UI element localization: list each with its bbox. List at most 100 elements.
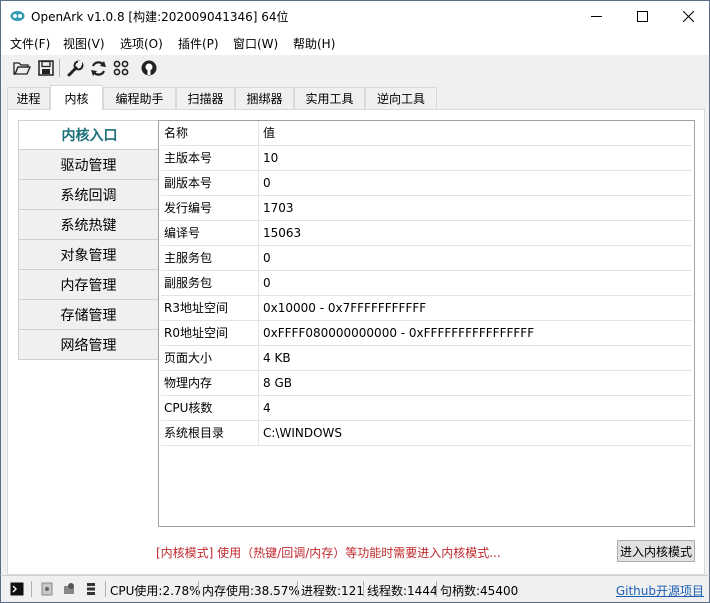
github-button[interactable]: [138, 57, 160, 79]
enter-kernel-mode-button[interactable]: 进入内核模式: [617, 540, 695, 562]
table-row[interactable]: 页面大小 4 KB: [161, 346, 692, 371]
table-row[interactable]: 系统根目录 C:\WINDOWS: [161, 421, 692, 446]
save-icon: [38, 60, 54, 76]
grid-value: 1703: [263, 201, 294, 215]
sidebar-item-driver-manager[interactable]: 驱动管理: [18, 150, 159, 180]
table-row[interactable]: 副版本号 0: [161, 171, 692, 196]
grid-key: 页面大小: [161, 346, 259, 371]
tab-scanner[interactable]: 扫描器: [176, 87, 235, 109]
tab-kernel[interactable]: 内核: [50, 85, 103, 110]
table-row[interactable]: 编译号 15063: [161, 221, 692, 246]
close-icon: [682, 11, 694, 22]
grid-value: 0: [263, 176, 271, 190]
database-icon[interactable]: [84, 582, 98, 596]
toolbar-separator: [59, 59, 60, 77]
save-button[interactable]: [35, 57, 57, 79]
document-icon[interactable]: [40, 582, 54, 596]
github-icon: [141, 60, 157, 76]
sidebar-item-network-manager[interactable]: 网络管理: [18, 330, 159, 360]
sidebar-item-kernel-entry[interactable]: 内核入口: [18, 120, 160, 150]
kernel-tab-panel: 内核入口 驱动管理 系统回调 系统热键 对象管理 内存管理 存储管理 网络管理 …: [7, 109, 705, 575]
grid-icon: [113, 60, 129, 76]
status-separator: [297, 581, 298, 597]
grid-value: 0x10000 - 0x7FFFFFFFFFFF: [263, 301, 427, 315]
sidebar-item-storage-manager[interactable]: 存储管理: [18, 300, 159, 330]
tab-reverse-tools[interactable]: 逆向工具: [365, 87, 437, 109]
tab-process[interactable]: 进程: [7, 87, 50, 109]
sidebar-item-memory-manager[interactable]: 内存管理: [18, 270, 159, 300]
menu-bar: 文件(F) 视图(V) 选项(O) 插件(P) 窗口(W) 帮助(H): [0, 31, 710, 55]
refresh-button[interactable]: [87, 57, 109, 79]
menu-view[interactable]: 视图(V): [63, 35, 105, 52]
console-icon[interactable]: [10, 582, 24, 596]
close-button[interactable]: [665, 1, 710, 32]
maximize-icon: [636, 11, 648, 22]
cpu-usage: CPU使用:2.78%: [110, 584, 201, 598]
table-row[interactable]: 副服务包 0: [161, 271, 692, 296]
grid-header-row: 名称 值: [161, 121, 692, 146]
table-row[interactable]: 主服务包 0: [161, 246, 692, 271]
tab-bundler[interactable]: 捆绑器: [235, 87, 294, 109]
grid-key: 副服务包: [161, 271, 259, 296]
grid-key: R3地址空间: [161, 296, 259, 321]
sidebar-item-system-callback[interactable]: 系统回调: [18, 180, 159, 210]
status-separator: [105, 581, 106, 597]
sidebar-item-system-hotkey[interactable]: 系统热键: [18, 210, 159, 240]
title-bar[interactable]: OpenArk v1.0.8 [构建:202009041346] 64位: [0, 0, 710, 31]
settings-button[interactable]: [64, 57, 86, 79]
status-bar: CPU使用:2.78% 内存使用:38.57% 进程数:121 线程数:1444…: [0, 575, 710, 603]
minimize-button[interactable]: [573, 1, 619, 32]
grid-key: 物理内存: [161, 371, 259, 396]
refresh-icon: [90, 60, 106, 76]
grid-key: R0地址空间: [161, 321, 259, 346]
table-row[interactable]: R0地址空间 0xFFFF080000000000 - 0xFFFFFFFFFF…: [161, 321, 692, 346]
wrench-icon: [67, 60, 83, 76]
grid-key: 副版本号: [161, 171, 259, 196]
status-separator: [31, 581, 32, 597]
table-row[interactable]: 物理内存 8 GB: [161, 371, 692, 396]
grid-header-value: 值: [263, 126, 276, 140]
cpu-icon[interactable]: [62, 582, 76, 596]
grid-value: 10: [263, 151, 279, 165]
github-project-link[interactable]: Github开源项目: [616, 582, 704, 599]
open-folder-icon: [13, 62, 31, 75]
grid-value: C:\WINDOWS: [263, 426, 343, 440]
grid-value: 8 GB: [263, 376, 292, 390]
memory-usage: 内存使用:38.57%: [202, 584, 300, 598]
toolbar: [0, 55, 710, 81]
status-separator: [198, 581, 199, 597]
kernel-info-grid[interactable]: 名称 值 主版本号 10 副版本号 0 发行编号 1703 编译号 15063 …: [158, 120, 695, 527]
grid-header-name: 名称: [161, 121, 259, 146]
tab-utilities[interactable]: 实用工具: [294, 87, 365, 109]
menu-file[interactable]: 文件(F): [10, 35, 50, 52]
grid-value: 4: [263, 401, 271, 415]
grid-key: 发行编号: [161, 196, 259, 221]
table-row[interactable]: R3地址空间 0x10000 - 0x7FFFFFFFFFFF: [161, 296, 692, 321]
menu-help[interactable]: 帮助(H): [293, 35, 335, 52]
grid-key: 编译号: [161, 221, 259, 246]
kernel-mode-hint: [内核模式] 使用（热键/回调/内存）等功能时需要进入内核模式...: [156, 546, 501, 560]
grid-key: 主服务包: [161, 246, 259, 271]
menu-window[interactable]: 窗口(W): [233, 35, 278, 52]
table-row[interactable]: 主版本号 10: [161, 146, 692, 171]
openark-logo-icon: [10, 11, 25, 21]
grid-key: 系统根目录: [161, 421, 259, 446]
minimize-icon: [590, 16, 602, 17]
window-title: OpenArk v1.0.8 [构建:202009041346] 64位: [31, 10, 289, 24]
menu-plugins[interactable]: 插件(P): [178, 35, 219, 52]
sidebar-item-object-manager[interactable]: 对象管理: [18, 240, 159, 270]
modules-button[interactable]: [110, 57, 132, 79]
table-row[interactable]: 发行编号 1703: [161, 196, 692, 221]
tab-coder-kit[interactable]: 编程助手: [103, 87, 176, 109]
grid-value: 4 KB: [263, 351, 291, 365]
table-row[interactable]: CPU核数 4: [161, 396, 692, 421]
menu-options[interactable]: 选项(O): [120, 35, 163, 52]
handle-count: 句柄数:45400: [440, 584, 519, 598]
thread-count: 线程数:1444: [367, 584, 438, 598]
maximize-button[interactable]: [619, 1, 665, 32]
status-separator: [436, 581, 437, 597]
grid-key: CPU核数: [161, 396, 259, 421]
open-button[interactable]: [11, 57, 33, 79]
status-separator: [363, 581, 364, 597]
grid-value: 0xFFFF080000000000 - 0xFFFFFFFFFFFFFFFF: [263, 326, 535, 340]
